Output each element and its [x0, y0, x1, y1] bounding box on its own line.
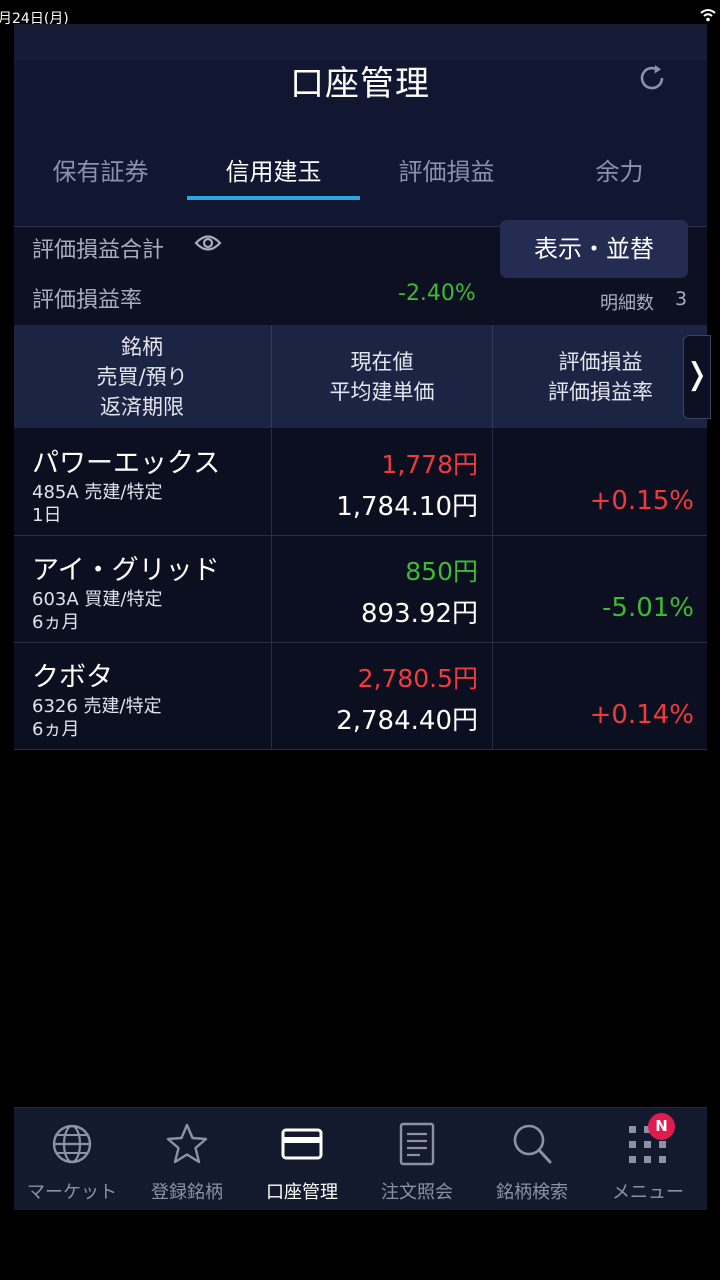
page-title: 口座管理: [290, 64, 430, 104]
card-icon: [281, 1128, 323, 1160]
status-bar: 月24日(月): [0, 0, 720, 27]
stock-cell: アイ・グリッド 603A 買建/特定 6ヵ月: [14, 536, 270, 642]
repayment-term: 6ヵ月: [32, 612, 80, 633]
table-header: 銘柄 売買/預り 返済期限 現在値 平均建単価 評価損益 評価損益率 ❭: [14, 325, 711, 428]
top-strip: [14, 24, 707, 60]
scroll-right-icon[interactable]: ❭: [683, 335, 711, 419]
globe-icon: [52, 1124, 92, 1164]
refresh-icon[interactable]: [636, 62, 668, 94]
price-cell: 850円 893.92円: [271, 536, 492, 642]
price-cell: 2,780.5円 2,784.40円: [271, 643, 492, 749]
stock-name: アイ・グリッド: [32, 555, 220, 586]
active-tab-indicator: [187, 196, 360, 200]
table-row[interactable]: パワーエックス 485A 売建/特定 1日 1,778円 1,784.10円 +…: [14, 429, 707, 536]
header-col-stock: 銘柄 売買/預り 返済期限: [96, 334, 188, 419]
tab-bar: 保有証券 信用建玉 評価損益 余力: [14, 152, 707, 202]
stock-cell: パワーエックス 485A 売建/特定 1日: [14, 429, 270, 535]
detail-count-value: 3: [675, 288, 688, 310]
table-row[interactable]: アイ・グリッド 603A 買建/特定 6ヵ月 850円 893.92円 -5.0…: [14, 536, 707, 643]
pl-cell: -5.01%: [492, 536, 708, 642]
pl-cell: +0.15%: [492, 429, 708, 535]
nav-market[interactable]: マーケット: [14, 1108, 130, 1210]
average-price: 2,784.40円: [336, 706, 478, 736]
header-col-pl: 評価損益 評価損益率: [492, 325, 708, 428]
menu-notification-badge: N: [648, 1113, 675, 1140]
stock-name: パワーエックス: [32, 448, 221, 479]
price-cell: 1,778円 1,784.10円: [271, 429, 492, 535]
total-pl-label: 評価損益合計: [32, 238, 165, 263]
star-icon: [166, 1123, 208, 1164]
search-icon: [513, 1124, 552, 1164]
table-row[interactable]: クボタ 6326 売建/特定 6ヵ月 2,780.5円 2,784.40円 +0…: [14, 643, 707, 750]
repayment-term: 1日: [32, 505, 62, 526]
pl-rate: +0.15%: [589, 486, 694, 516]
eye-icon[interactable]: [194, 233, 222, 253]
pl-rate: -5.01%: [602, 593, 694, 623]
wifi-icon: [700, 9, 716, 22]
average-price: 893.92円: [361, 599, 478, 629]
tab-valuation[interactable]: 評価損益: [360, 152, 533, 202]
current-price: 850円: [405, 557, 478, 586]
detail-count-label: 明細数: [600, 293, 654, 314]
document-icon: [399, 1122, 435, 1166]
header-col-price: 現在値 平均建単価: [271, 325, 492, 428]
stock-name: クボタ: [32, 662, 113, 693]
tab-margin-positions[interactable]: 信用建玉: [187, 152, 360, 202]
pl-rate-label: 評価損益率: [32, 288, 143, 313]
current-price: 1,778円: [381, 450, 478, 479]
repayment-term: 6ヵ月: [32, 719, 80, 740]
nav-stock-search[interactable]: 銘柄検索: [474, 1108, 590, 1210]
average-price: 1,784.10円: [336, 492, 478, 522]
display-sort-button[interactable]: 表示・並替: [500, 220, 688, 278]
nav-order-inquiry[interactable]: 注文照会: [359, 1108, 475, 1210]
tab-holdings[interactable]: 保有証券: [14, 152, 187, 202]
nav-account[interactable]: 口座管理: [244, 1108, 360, 1210]
bottom-nav: マーケット 登録銘柄 口座管理 注文照会 銘柄検索 メニュー: [14, 1107, 707, 1210]
stock-cell: クボタ 6326 売建/特定 6ヵ月: [14, 643, 270, 749]
pl-rate-value: -2.40%: [398, 281, 476, 306]
pl-cell: +0.14%: [492, 643, 708, 749]
tab-buying-power[interactable]: 余力: [533, 152, 706, 202]
current-price: 2,780.5円: [357, 664, 478, 693]
pl-rate: +0.14%: [589, 700, 694, 730]
nav-watchlist[interactable]: 登録銘柄: [129, 1108, 245, 1210]
